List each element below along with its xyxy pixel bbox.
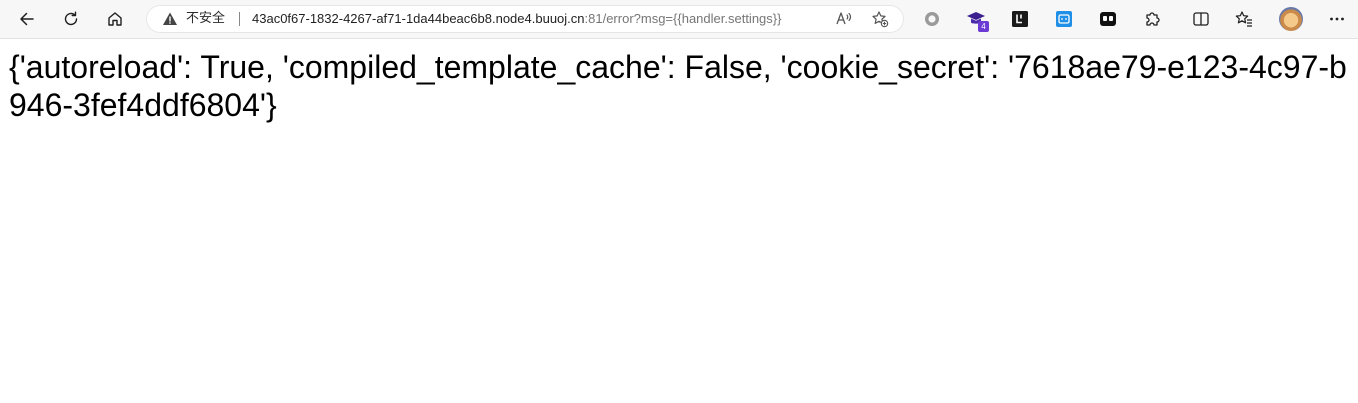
leetcode-extension-icon <box>1012 11 1028 27</box>
refresh-icon <box>64 11 78 26</box>
add-favorite-button[interactable] <box>870 9 890 29</box>
address-divider <box>239 12 240 26</box>
bilibili-extension-icon <box>1056 11 1072 27</box>
app-extension-button[interactable] <box>1093 5 1123 33</box>
page-body-text: {'autoreload': True, 'compiled_template_… <box>9 49 1347 123</box>
split-screen-button[interactable] <box>1186 5 1216 33</box>
url-path: :81/error?msg={{handler.settings}} <box>584 11 782 26</box>
home-icon <box>108 12 122 26</box>
app-extension-icon <box>1100 12 1116 26</box>
read-aloud-icon <box>836 12 852 25</box>
puzzle-icon <box>1146 12 1160 26</box>
address-bar[interactable]: 不安全 43ac0f67-1832-4267-af71-1da44beac6b8… <box>146 5 904 33</box>
add-favorite-icon <box>872 11 889 28</box>
circle-extension-button[interactable] <box>917 5 947 33</box>
security-status-label[interactable]: 不安全 <box>186 10 225 28</box>
favorites-button[interactable] <box>1229 5 1259 33</box>
extension-badge: 4 <box>978 21 989 32</box>
leetcode-extension-button[interactable] <box>1005 5 1035 33</box>
url-text[interactable]: 43ac0f67-1832-4267-af71-1da44beac6b8.nod… <box>252 10 781 28</box>
bilibili-extension-button[interactable] <box>1049 5 1079 33</box>
arrow-left-icon <box>20 12 34 26</box>
avatar[interactable] <box>1279 7 1303 31</box>
favorites-icon <box>1235 11 1252 27</box>
circle-extension-icon <box>925 12 939 26</box>
url-host: 43ac0f67-1832-4267-af71-1da44beac6b8.nod… <box>252 11 585 26</box>
warning-icon[interactable] <box>162 11 178 27</box>
split-screen-icon <box>1193 12 1209 26</box>
more-button[interactable] <box>1322 5 1352 33</box>
more-icon <box>1330 17 1344 21</box>
refresh-button[interactable] <box>56 5 86 33</box>
back-button[interactable] <box>12 5 42 33</box>
extensions-button[interactable] <box>1137 5 1167 33</box>
read-aloud-button[interactable] <box>834 9 854 29</box>
home-button[interactable] <box>100 5 130 33</box>
browser-toolbar: 不安全 43ac0f67-1832-4267-af71-1da44beac6b8… <box>0 0 1358 39</box>
